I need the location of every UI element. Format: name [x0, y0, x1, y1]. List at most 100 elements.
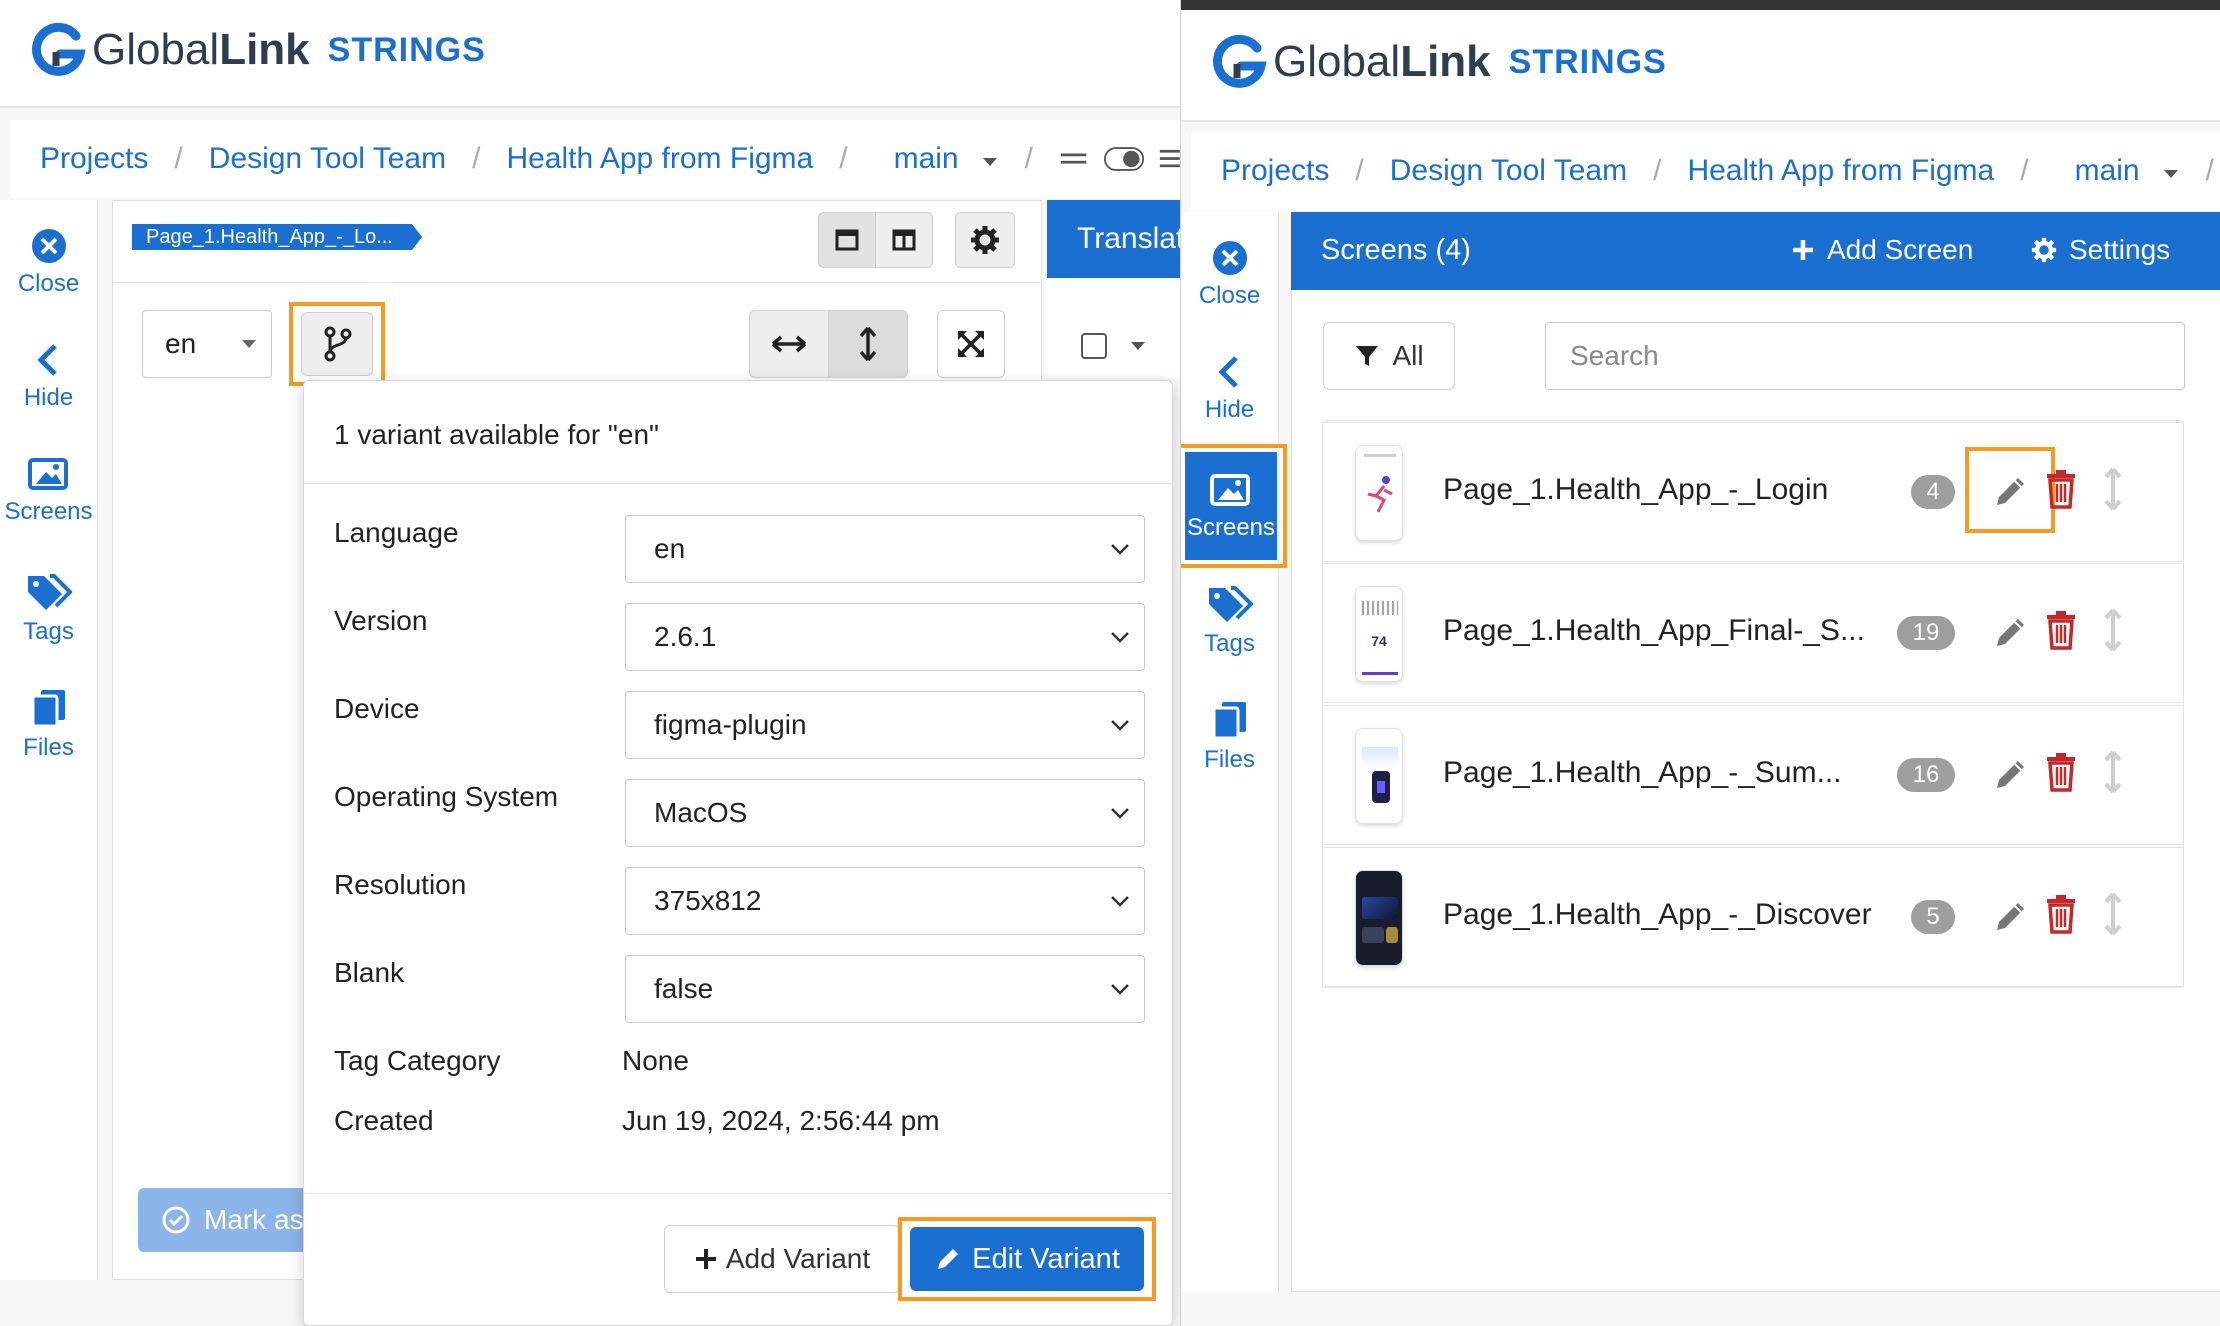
trash-icon[interactable]: [2045, 610, 2077, 650]
tag-category-value: None: [622, 1045, 689, 1076]
list-item[interactable]: Page_1.Health_App_-_Discover 5: [1322, 847, 2184, 987]
screens-settings-button[interactable]: Settings: [2031, 234, 2170, 266]
caret-down-icon[interactable]: [1129, 340, 1147, 352]
chevron-down-icon: [1111, 632, 1129, 643]
layout-split-button[interactable]: [875, 212, 933, 268]
chevron-down-icon: [1111, 984, 1129, 995]
version-field-select[interactable]: 2.6.1: [625, 603, 1145, 671]
breadcrumb-project[interactable]: Health App from Figma: [506, 142, 813, 176]
mark-as-label: Mark as: [204, 1204, 304, 1235]
sidebar-item-close[interactable]: Close: [0, 228, 97, 298]
add-screen-button[interactable]: Add Screen: [1791, 234, 1973, 266]
sidebar-item-tags[interactable]: Tags: [1181, 584, 1278, 658]
breadcrumb: Projects / Design Tool Team / Health App…: [10, 120, 1180, 198]
drag-handle-icon[interactable]: [2103, 608, 2123, 652]
trash-icon[interactable]: [2045, 894, 2077, 934]
screen-name: Page_1.Health_App_-_Sum...: [1443, 756, 1842, 789]
list-item[interactable]: Page_1.Health_App_-_Sum... 16: [1322, 705, 2184, 845]
arrows-vertical-icon: [859, 326, 877, 362]
logo-product: STRINGS: [327, 30, 486, 69]
sidebar-item-files[interactable]: Files: [1181, 700, 1278, 774]
close-circle-icon: [31, 229, 66, 263]
list-icon[interactable]: [1158, 146, 1180, 172]
globallink-logo[interactable]: GlobalLink STRINGS: [1211, 34, 1667, 90]
breadcrumb-projects[interactable]: Projects: [1221, 154, 1329, 188]
string-count-badge: 19: [1897, 616, 1955, 650]
header-bar: GlobalLink STRINGS: [1181, 10, 2220, 122]
add-variant-button[interactable]: Add Variant: [664, 1225, 900, 1293]
sidebar-label: Screens: [4, 498, 93, 525]
edit-variant-button[interactable]: Edit Variant: [910, 1227, 1144, 1291]
sidebar-item-hide[interactable]: Hide: [1181, 354, 1278, 424]
breadcrumb-team[interactable]: Design Tool Team: [209, 142, 446, 176]
chevron-left-icon: [1217, 356, 1238, 388]
breadcrumb-team[interactable]: Design Tool Team: [1390, 154, 1627, 188]
select-value: figma-plugin: [654, 709, 807, 740]
sidebar: Close Hide Screens Tags Files: [1181, 212, 1287, 1292]
screen-thumbnail: [1355, 870, 1403, 966]
trash-icon[interactable]: [2045, 469, 2077, 509]
language-field-select[interactable]: en: [625, 515, 1145, 583]
sidebar-item-hide[interactable]: Hide: [0, 342, 97, 412]
filter-icon: [1356, 346, 1379, 366]
drag-handle-icon[interactable]: [2103, 750, 2123, 794]
filter-button[interactable]: All: [1323, 322, 1455, 390]
tag-category-label: Tag Category: [334, 1045, 501, 1076]
branch-select[interactable]: main: [2075, 154, 2180, 188]
variant-button[interactable]: [301, 312, 373, 376]
breadcrumb-project[interactable]: Health App from Figma: [1687, 154, 1994, 188]
list-item[interactable]: Page_1.Health_App_-_Login 4: [1322, 422, 2184, 562]
tags-icon: [27, 574, 72, 610]
logo-name-light: Global: [92, 25, 220, 74]
sidebar-item-screens[interactable]: Screens: [0, 456, 97, 526]
sidebar-label: Files: [1204, 746, 1255, 773]
sidebar-item-close[interactable]: Close: [1181, 240, 1278, 310]
resolution-field-select[interactable]: 375x812: [625, 867, 1145, 935]
pencil-icon[interactable]: [1993, 473, 2029, 509]
expand-button[interactable]: [937, 310, 1005, 378]
layout-single-button[interactable]: [818, 212, 876, 268]
pencil-icon[interactable]: [1993, 898, 2029, 934]
expand-arrows-icon: [957, 330, 985, 358]
list-item[interactable]: 74 Page_1.Health_App_Final-_S... 19: [1322, 563, 2184, 703]
select-value: 375x812: [654, 885, 762, 916]
sidebar-label: Files: [23, 734, 74, 761]
breadcrumb-projects[interactable]: Projects: [40, 142, 148, 176]
pencil-icon[interactable]: [1993, 756, 2029, 792]
search-input[interactable]: Search: [1545, 322, 2185, 390]
variant-popover: 1 variant available for "en" Language en…: [303, 380, 1173, 1326]
screen-tag[interactable]: Page_1.Health_App_-_Lo...: [132, 224, 422, 250]
field-label: Operating System: [334, 781, 559, 812]
add-variant-label: Add Variant: [725, 1243, 871, 1274]
code-branch-icon: [324, 326, 352, 362]
tags-icon: [1208, 586, 1253, 622]
sidebar-item-files[interactable]: Files: [0, 688, 97, 762]
select-all-checkbox[interactable]: [1081, 333, 1107, 359]
toggle-icon[interactable]: [1104, 146, 1145, 172]
caret-down-icon: [2163, 170, 2178, 178]
sidebar-item-tags[interactable]: Tags: [0, 572, 97, 646]
string-count-badge: 4: [1911, 475, 1955, 509]
drag-handle-icon[interactable]: [2103, 892, 2123, 936]
branch-select[interactable]: main: [894, 142, 999, 176]
settings-button[interactable]: [955, 212, 1015, 268]
edit-variant-label: Edit Variant: [972, 1242, 1120, 1275]
header-bar: GlobalLink STRINGS: [0, 0, 1180, 108]
popover-divider: [304, 483, 1172, 484]
blank-field-select[interactable]: false: [625, 955, 1145, 1023]
branch-label: main: [893, 142, 959, 175]
menu-lines-icon[interactable]: [1059, 151, 1088, 167]
logo-name-light: Global: [1273, 37, 1401, 86]
globallink-logo[interactable]: GlobalLink STRINGS: [30, 22, 486, 78]
fit-width-button[interactable]: [749, 310, 829, 378]
translate-tab[interactable]: Translat: [1047, 200, 1180, 278]
screens-title: Screens (4): [1321, 234, 1471, 266]
trash-icon[interactable]: [2045, 752, 2077, 792]
pencil-icon[interactable]: [1993, 614, 2029, 650]
field-label: Device: [334, 693, 420, 724]
language-select[interactable]: en: [142, 310, 272, 378]
os-field-select[interactable]: MacOS: [625, 779, 1145, 847]
drag-handle-icon[interactable]: [2103, 467, 2123, 511]
fit-height-button[interactable]: [828, 310, 908, 378]
device-field-select[interactable]: figma-plugin: [625, 691, 1145, 759]
